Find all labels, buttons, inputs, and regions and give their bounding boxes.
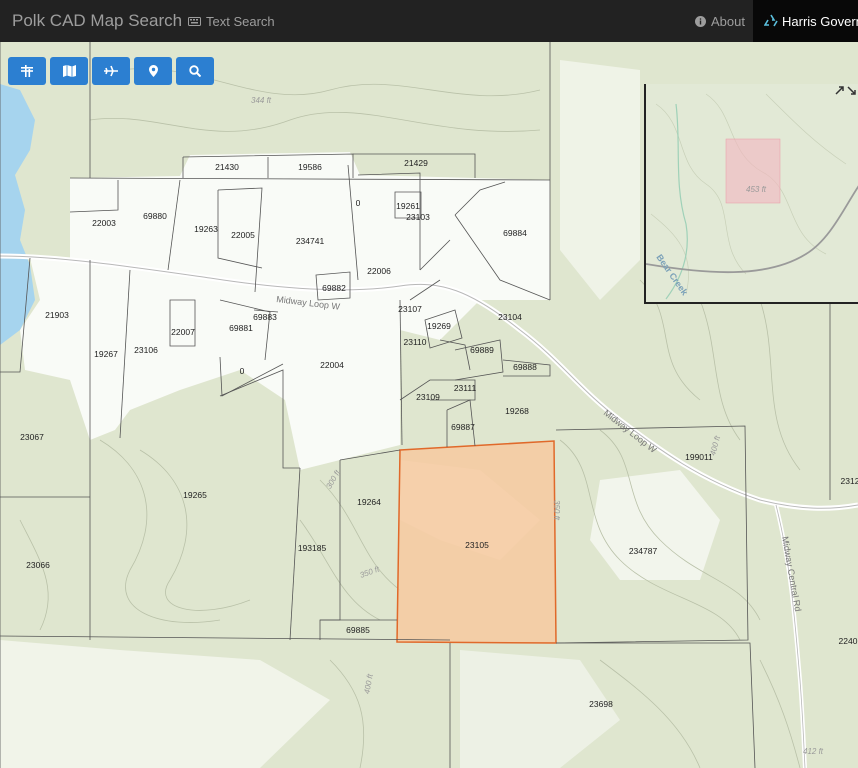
overview-map-svg: 453 ft Bear Creek [646, 84, 858, 302]
parcel-label: 19268 [505, 406, 529, 416]
parcel-label: 19264 [357, 497, 381, 507]
map-canvas[interactable]: 21430 19586 21429 22003 69880 19263 2200… [0, 42, 858, 768]
search-button[interactable] [176, 57, 214, 85]
parcel-label: 23111 [454, 383, 477, 393]
user-menu[interactable]: Harris Govern [753, 0, 858, 42]
parcel-label: 2240 [839, 636, 858, 646]
basemap-button[interactable] [50, 57, 88, 85]
airplane-icon [104, 65, 118, 77]
parcel-label: 23103 [406, 212, 430, 222]
location-pin-icon [148, 65, 158, 77]
parcel-label: 0 [240, 366, 245, 376]
parcel-label: 19586 [298, 162, 322, 172]
parcel-label: 23067 [20, 432, 44, 442]
parcel-label: 23110 [403, 337, 426, 347]
parcel-label: 2312 [841, 476, 858, 486]
parcel-label: 22003 [92, 218, 116, 228]
parcel-label: 69882 [322, 283, 346, 293]
parcel-label: 0 [356, 198, 361, 208]
about-link[interactable]: About [695, 14, 745, 29]
parcel-label: 23104 [498, 312, 522, 322]
overview-map[interactable]: 453 ft Bear Creek [644, 84, 858, 304]
parcel-label: 22006 [367, 266, 391, 276]
parcel-label: 69888 [513, 362, 537, 372]
about-label: About [711, 14, 745, 29]
contour-label: 344 ft [251, 96, 272, 105]
parcel-label: 69887 [451, 422, 475, 432]
parcel-label: 19265 [183, 490, 207, 500]
navbar: Polk CAD Map Search Text Search About Ha… [0, 0, 858, 42]
user-label: Harris Govern [782, 14, 858, 29]
parcel-label: 234741 [296, 236, 325, 246]
recycle-icon [764, 14, 778, 27]
contour-label: 350 ft [552, 500, 561, 521]
search-icon [189, 65, 201, 77]
parcel-label: 69884 [503, 228, 527, 238]
parcel-label: 19263 [194, 224, 218, 234]
parcel-label: 69885 [346, 625, 370, 635]
parcel-label: 22004 [320, 360, 344, 370]
parcel-label: 21430 [215, 162, 239, 172]
parcel-label: 22007 [171, 327, 195, 337]
map-icon [62, 65, 76, 77]
locate-button[interactable] [134, 57, 172, 85]
aerial-button[interactable] [92, 57, 130, 85]
text-search-link[interactable]: Text Search [188, 14, 275, 29]
parcel-label: 21903 [45, 310, 69, 320]
parcel-label: 19269 [427, 321, 451, 331]
map-toolbar [8, 57, 214, 85]
parcel-label: 19267 [94, 349, 118, 359]
parcel-label: 23107 [398, 304, 422, 314]
parcel-label: 19261 [396, 201, 420, 211]
app-title[interactable]: Polk CAD Map Search [12, 11, 182, 31]
text-search-label: Text Search [206, 14, 275, 29]
parcel-label: 21429 [404, 158, 428, 168]
keyboard-icon [188, 17, 201, 26]
parcel-label: 234787 [629, 546, 658, 556]
contour-label: 412 ft [803, 747, 824, 756]
collapse-icon[interactable] [834, 84, 858, 96]
filter-button[interactable] [8, 57, 46, 85]
parcel-label: 69883 [253, 312, 277, 322]
parcel-label: 22005 [231, 230, 255, 240]
parcel-label: 69880 [143, 211, 167, 221]
cleared-area-6 [560, 60, 640, 300]
parcel-label: 23109 [416, 392, 440, 402]
parcel-label: 23066 [26, 560, 50, 570]
parcel-label: 23698 [589, 699, 613, 709]
parcel-label: 193185 [298, 543, 327, 553]
parcel-label: 23106 [134, 345, 158, 355]
filter-icon [21, 65, 33, 77]
parcel-label: 23105 [465, 540, 489, 550]
overview-elevation-label: 453 ft [746, 185, 767, 194]
parcel-label: 69881 [229, 323, 253, 333]
parcel-label: 69889 [470, 345, 494, 355]
info-icon [695, 16, 706, 27]
